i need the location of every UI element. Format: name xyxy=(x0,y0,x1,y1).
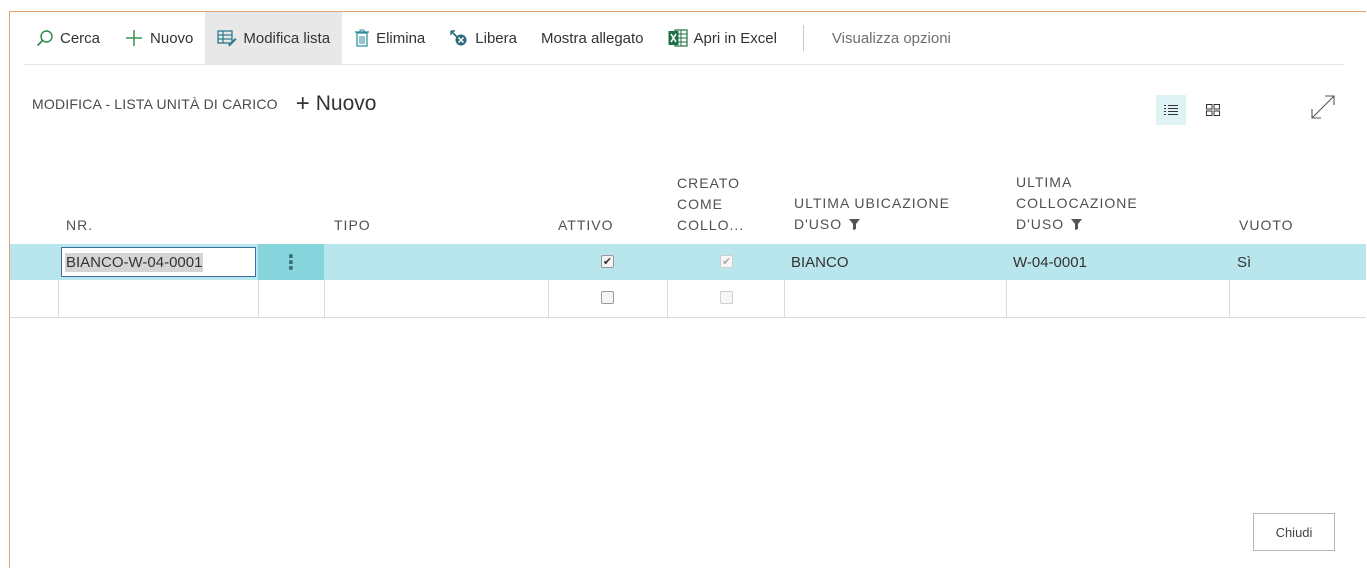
expand-button[interactable] xyxy=(1306,90,1340,124)
nr-value: BIANCO-W-04-0001 xyxy=(65,252,204,272)
header-attivo-label: ATTIVO xyxy=(558,217,614,233)
cell-divider xyxy=(1229,280,1230,317)
table-row[interactable]: BIANCO-W-04-0001 ⋮ ✔ ✔ BIANCO W-04-0001 … xyxy=(10,244,1366,280)
release-label: Libera xyxy=(475,29,517,47)
filter-icon xyxy=(1071,215,1083,236)
attivo-checkbox[interactable]: ✔ xyxy=(601,255,614,268)
cell-divider xyxy=(324,280,325,317)
excel-icon xyxy=(668,29,688,47)
search-button[interactable]: Cerca xyxy=(24,12,112,64)
cell-divider xyxy=(258,280,259,317)
close-button[interactable]: Chiudi xyxy=(1253,513,1335,551)
plus-icon: + xyxy=(295,90,310,117)
header-ultima-ubicazione[interactable]: ULTIMA UBICAZIONE D'USO xyxy=(794,193,950,236)
attivo-checkbox[interactable] xyxy=(601,291,614,304)
list-view-icon xyxy=(1164,105,1178,115)
list-view-button[interactable] xyxy=(1156,95,1186,125)
filter-icon xyxy=(849,215,861,236)
header-collocazione-line3: D'USO xyxy=(1016,216,1065,233)
page-header: MODIFICA - LISTA UNITÀ DI CARICO + Nuovo xyxy=(32,90,376,118)
tile-view-icon xyxy=(1206,104,1220,116)
column-headers: NR. TIPO ATTIVO CREATO COME COLLO... ULT… xyxy=(10,152,1366,242)
view-options-label: Visualizza opzioni xyxy=(831,29,951,47)
ultima-ubicazione-cell[interactable]: BIANCO xyxy=(791,244,849,280)
expand-icon xyxy=(1311,95,1335,119)
trash-icon xyxy=(354,29,370,47)
cell-divider xyxy=(548,280,549,317)
cell-divider xyxy=(1006,280,1007,317)
edit-list-button[interactable]: Modifica lista xyxy=(205,12,343,64)
action-bar: Cerca Nuovo Modifica lista Elimina Liber… xyxy=(24,12,1344,65)
cell-divider xyxy=(784,280,785,317)
header-ubicazione-line2: D'USO xyxy=(794,216,843,233)
new-line-label: Nuovo xyxy=(315,92,377,115)
creato-come-collo-checkbox: ✔ xyxy=(720,255,733,268)
table-row[interactable] xyxy=(10,280,1366,318)
show-attachment-button[interactable]: Mostra allegato xyxy=(529,12,656,64)
ultima-collocazione-cell[interactable]: W-04-0001 xyxy=(1013,244,1087,280)
row-menu-button[interactable]: ⋮ xyxy=(258,244,324,280)
search-label: Cerca xyxy=(60,29,101,47)
header-ubicazione-line1: ULTIMA UBICAZIONE xyxy=(794,195,950,212)
header-vuoto[interactable]: VUOTO xyxy=(1239,215,1294,236)
header-creato-come-collo[interactable]: CREATO COME COLLO... xyxy=(677,173,744,236)
header-creato-line1: CREATO xyxy=(677,175,741,191)
header-creato-line2: COME xyxy=(677,196,723,212)
open-excel-label: Apri in Excel xyxy=(693,29,777,47)
nr-input[interactable]: BIANCO-W-04-0001 xyxy=(61,247,256,277)
header-collocazione-line2: COLLOCAZIONE xyxy=(1016,195,1138,212)
tile-view-button[interactable] xyxy=(1198,95,1228,125)
header-nr-label: NR. xyxy=(66,217,94,233)
action-separator xyxy=(802,25,804,51)
vuoto-cell: Sì xyxy=(1237,253,1252,271)
cell-divider xyxy=(58,280,59,317)
header-attivo[interactable]: ATTIVO xyxy=(558,215,614,236)
more-vertical-icon: ⋮ xyxy=(281,251,301,274)
release-button[interactable]: Libera xyxy=(437,12,529,64)
release-icon xyxy=(449,29,469,47)
header-tipo[interactable]: TIPO xyxy=(334,215,371,236)
delete-button[interactable]: Elimina xyxy=(342,12,437,64)
cell-divider xyxy=(667,280,668,317)
open-excel-button[interactable]: Apri in Excel xyxy=(656,12,789,64)
new-button[interactable]: Nuovo xyxy=(112,12,205,64)
search-icon xyxy=(36,29,54,47)
delete-label: Elimina xyxy=(376,29,426,47)
new-line-button[interactable]: + Nuovo xyxy=(296,90,377,118)
edit-list-icon xyxy=(217,29,237,47)
page-title: MODIFICA - LISTA UNITÀ DI CARICO xyxy=(32,96,278,112)
close-label: Chiudi xyxy=(1275,524,1313,540)
plus-icon xyxy=(124,28,144,48)
creato-come-collo-checkbox xyxy=(720,291,733,304)
new-label: Nuovo xyxy=(150,29,194,47)
header-collocazione-line1: ULTIMA xyxy=(1016,174,1073,191)
header-ultima-collocazione[interactable]: ULTIMA COLLOCAZIONE D'USO xyxy=(1016,172,1138,236)
header-vuoto-label: VUOTO xyxy=(1239,217,1294,233)
edit-list-label: Modifica lista xyxy=(243,29,331,47)
header-creato-line3: COLLO... xyxy=(677,217,745,233)
show-attachment-label: Mostra allegato xyxy=(540,29,644,47)
dialog-frame: Cerca Nuovo Modifica lista Elimina Liber… xyxy=(9,11,1366,568)
header-tipo-label: TIPO xyxy=(334,217,371,233)
view-options-button[interactable]: Visualizza opzioni xyxy=(820,12,963,64)
header-nr[interactable]: NR. xyxy=(66,215,93,236)
